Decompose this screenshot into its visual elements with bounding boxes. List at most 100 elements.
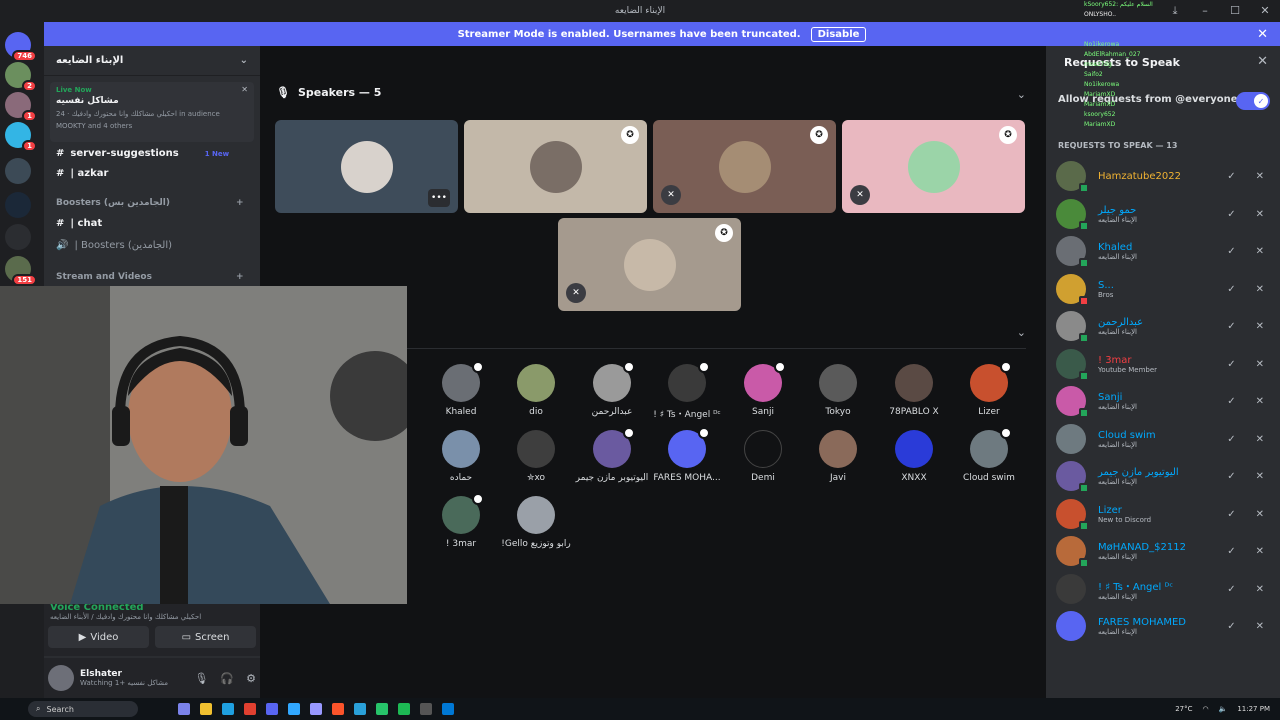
- invite-to-speak-icon[interactable]: ✓: [1227, 171, 1235, 182]
- clock[interactable]: 11:27 PM: [1237, 705, 1270, 713]
- more-options-icon[interactable]: •••: [428, 189, 450, 207]
- voice-channel-boosters[interactable]: 🔊 | Boosters (الجامدين): [56, 240, 172, 251]
- channel-azkar[interactable]: # | azkar: [56, 168, 108, 179]
- photoshop-icon[interactable]: [288, 703, 300, 715]
- live-stage-card[interactable]: Live Now مشاكل نفسيه احكيلي مشاكلك وانا …: [50, 82, 254, 142]
- avatar[interactable]: [48, 665, 74, 691]
- audience-member[interactable]: ! ♯ Ts・Angel ᴰᶜ: [649, 361, 725, 420]
- audience-member[interactable]: !Gello رابو وتوزيع: [498, 496, 574, 549]
- dismiss-icon[interactable]: ✕: [1256, 321, 1264, 332]
- invite-to-speak-icon[interactable]: ✓: [1227, 546, 1235, 557]
- server-icon[interactable]: 1: [5, 122, 37, 152]
- audience-member[interactable]: Tokyo: [800, 364, 876, 417]
- chevron-down-icon[interactable]: ⌄: [1017, 88, 1026, 101]
- gear-icon[interactable]: ⚙: [246, 672, 256, 685]
- speaker-tile[interactable]: •••: [275, 120, 458, 213]
- weather-temp[interactable]: 27°C: [1175, 705, 1192, 713]
- screen-button[interactable]: ▭ Screen: [155, 626, 256, 648]
- server-icon[interactable]: 2: [5, 62, 37, 92]
- audience-member[interactable]: Javi: [800, 430, 876, 483]
- invite-to-speak-icon[interactable]: ✓: [1227, 621, 1235, 632]
- volume-icon[interactable]: 🔈: [1219, 705, 1228, 713]
- chevron-down-icon[interactable]: ⌄: [240, 55, 248, 66]
- server-header[interactable]: الإبناء الضايعه ⌄: [44, 46, 260, 76]
- audience-member[interactable]: ! 3mar: [423, 493, 499, 549]
- invite-to-speak-icon[interactable]: ✓: [1227, 246, 1235, 257]
- epic-games-icon[interactable]: [420, 703, 432, 715]
- spotify-icon[interactable]: [398, 703, 410, 715]
- channel-chat[interactable]: # | chat: [56, 218, 102, 229]
- speaker-tile[interactable]: ✪ ✕: [842, 120, 1025, 213]
- premiere-icon[interactable]: [310, 703, 322, 715]
- invite-to-speak-icon[interactable]: ✓: [1227, 359, 1235, 370]
- dismiss-icon[interactable]: ✕: [1256, 209, 1264, 220]
- close-window-icon[interactable]: ✕: [1250, 0, 1280, 22]
- maximize-icon[interactable]: ☐: [1220, 0, 1250, 22]
- audience-member[interactable]: FARES MOHA...: [649, 427, 725, 483]
- dismiss-icon[interactable]: ✕: [1256, 284, 1264, 295]
- dismiss-icon[interactable]: ✕: [1256, 434, 1264, 445]
- speaker-tile[interactable]: ✪ ✕: [653, 120, 836, 213]
- speaker-tile[interactable]: ✪: [464, 120, 647, 213]
- close-banner-icon[interactable]: ✕: [1257, 27, 1268, 42]
- disable-streamer-button[interactable]: Disable: [810, 26, 867, 42]
- audience-member[interactable]: Demi: [725, 430, 801, 483]
- invite-to-speak-icon[interactable]: ✓: [1227, 471, 1235, 482]
- video-button[interactable]: ▶ Video: [48, 626, 149, 648]
- invite-to-speak-icon[interactable]: ✓: [1227, 209, 1235, 220]
- brave-icon[interactable]: [332, 703, 344, 715]
- invite-to-speak-icon[interactable]: ✓: [1227, 434, 1235, 445]
- invite-to-speak-icon[interactable]: ✓: [1227, 321, 1235, 332]
- dismiss-icon[interactable]: ✕: [1256, 359, 1264, 370]
- category-stream-videos[interactable]: Stream and Videos +: [56, 272, 244, 282]
- server-icon[interactable]: 151: [5, 256, 37, 286]
- channel-server-suggestions[interactable]: # server-suggestions 1 New: [56, 148, 229, 159]
- invite-to-speak-icon[interactable]: ✓: [1227, 509, 1235, 520]
- dismiss-icon[interactable]: ✕: [1256, 246, 1264, 257]
- close-icon[interactable]: ✕: [241, 85, 248, 94]
- telegram-icon[interactable]: [354, 703, 366, 715]
- whatsapp-icon[interactable]: [376, 703, 388, 715]
- audience-member[interactable]: Sanji: [725, 361, 801, 417]
- discord-icon[interactable]: [266, 703, 278, 715]
- dismiss-icon[interactable]: ✕: [1256, 621, 1264, 632]
- server-icon[interactable]: [5, 224, 31, 250]
- headphones-icon[interactable]: 🎧: [220, 672, 234, 685]
- dismiss-icon[interactable]: ✕: [1256, 509, 1264, 520]
- edge-icon[interactable]: [222, 703, 234, 715]
- dismiss-icon[interactable]: ✕: [1256, 171, 1264, 182]
- audience-member[interactable]: 78PABLO X: [876, 364, 952, 417]
- dismiss-icon[interactable]: ✕: [1256, 396, 1264, 407]
- teams-icon[interactable]: [178, 703, 190, 715]
- audience-member[interactable]: عبدالرحمن: [574, 361, 650, 417]
- dismiss-icon[interactable]: ✕: [1256, 471, 1264, 482]
- speaker-tile[interactable]: ✪ ✕: [558, 218, 741, 311]
- category-boosters[interactable]: Boosters (الجامدين بس) +: [56, 198, 244, 208]
- dismiss-icon[interactable]: ✕: [1256, 584, 1264, 595]
- invite-to-speak-icon[interactable]: ✓: [1227, 396, 1235, 407]
- invite-to-speak-icon[interactable]: ✓: [1227, 584, 1235, 595]
- invite-to-speak-icon[interactable]: ✓: [1227, 284, 1235, 295]
- add-channel-icon[interactable]: +: [236, 198, 244, 208]
- file-explorer-icon[interactable]: [200, 703, 212, 715]
- wifi-icon[interactable]: ◠: [1203, 705, 1209, 713]
- steam-server-icon[interactable]: [5, 192, 31, 218]
- chrome-icon[interactable]: [244, 703, 256, 715]
- audience-member[interactable]: ✮xo: [498, 430, 574, 483]
- close-icon[interactable]: ✕: [1257, 54, 1268, 69]
- audience-member[interactable]: Khaled: [423, 361, 499, 417]
- server-icon[interactable]: [5, 158, 31, 184]
- allow-requests-toggle[interactable]: ✓: [1236, 92, 1270, 110]
- audience-member[interactable]: dio: [498, 364, 574, 417]
- dismiss-icon[interactable]: ✕: [1256, 546, 1264, 557]
- audience-member[interactable]: Cloud swim: [951, 427, 1027, 483]
- home-button[interactable]: 746: [5, 32, 37, 62]
- store-icon[interactable]: [442, 703, 454, 715]
- audience-member[interactable]: اليوتيوبر مازن جيمر: [574, 427, 650, 483]
- microphone-icon[interactable]: 🎙: [194, 672, 208, 685]
- server-icon[interactable]: 1: [5, 92, 37, 122]
- taskbar-search[interactable]: ⌕ Search: [28, 701, 138, 717]
- audience-member[interactable]: XNXX: [876, 430, 952, 483]
- add-channel-icon[interactable]: +: [236, 272, 244, 282]
- chevron-down-icon[interactable]: ⌄: [1017, 326, 1026, 339]
